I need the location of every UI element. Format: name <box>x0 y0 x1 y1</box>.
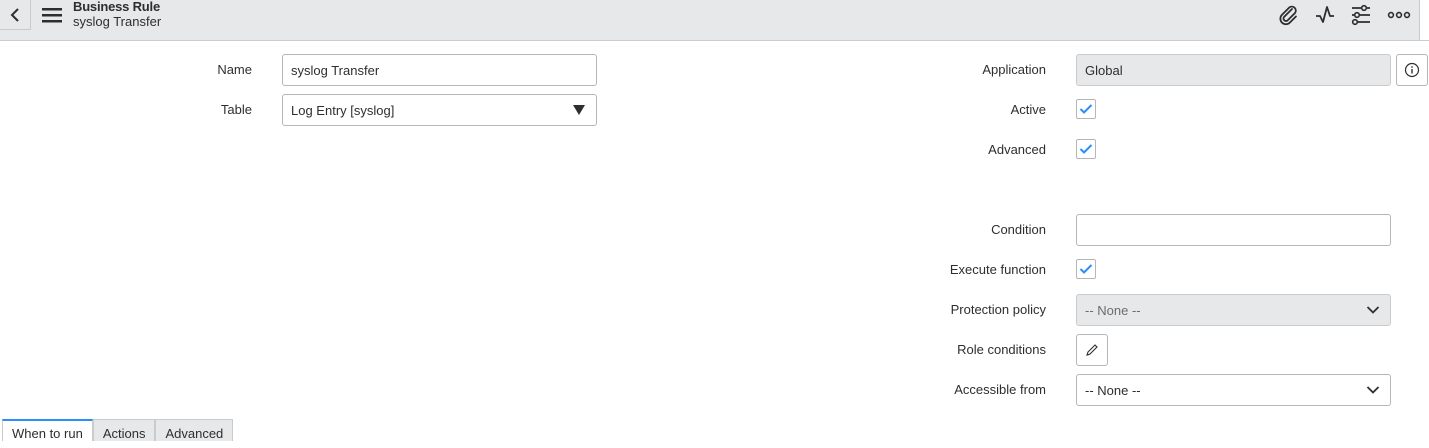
application-value: Global <box>1085 62 1123 78</box>
condition-field[interactable] <box>1076 214 1391 246</box>
checkmark-icon <box>1079 104 1093 114</box>
protection-policy-value: -- None -- <box>1085 302 1141 318</box>
chevron-left-icon <box>10 7 19 22</box>
name-field[interactable]: syslog Transfer <box>282 54 597 86</box>
table-value: Log Entry [syslog] <box>291 102 395 118</box>
form-header: Business Rule syslog Transfer <box>0 0 1429 41</box>
role-conditions-edit-button[interactable] <box>1076 334 1108 366</box>
sliders-icon <box>1351 4 1370 26</box>
protection-policy-label: Protection policy <box>950 302 1046 317</box>
activity-icon <box>1316 6 1334 23</box>
table-label: Table <box>220 102 252 117</box>
checkmark-icon <box>1079 264 1093 274</box>
checkmark-icon <box>1079 144 1093 154</box>
accessible-from-value: -- None -- <box>1085 382 1141 398</box>
context-menu-button[interactable] <box>40 5 64 25</box>
active-checkbox[interactable] <box>1076 99 1096 119</box>
pencil-icon <box>1086 344 1098 356</box>
header-title: Business Rule syslog Transfer <box>73 0 161 29</box>
execute-function-label: Execute function <box>949 262 1046 277</box>
tab-when-to-run[interactable]: When to run <box>2 419 93 441</box>
protection-policy-select: -- None -- <box>1076 294 1391 326</box>
application-label: Application <box>982 62 1046 77</box>
accessible-from-label: Accessible from <box>954 382 1046 397</box>
dropdown-triangle-icon <box>573 105 585 115</box>
chevron-down-icon <box>1366 306 1380 314</box>
role-conditions-label: Role conditions <box>957 342 1046 357</box>
more-icon <box>1387 11 1411 19</box>
section-tabs: When to run Actions Advanced <box>2 419 234 441</box>
hamburger-menu-icon <box>42 8 62 23</box>
active-label: Active <box>1010 102 1046 117</box>
accessible-from-select[interactable]: -- None -- <box>1076 374 1391 406</box>
chevron-down-icon <box>1366 386 1380 394</box>
record-type: Business Rule <box>73 0 160 14</box>
attachments-button[interactable] <box>1275 3 1301 27</box>
more-options-button[interactable] <box>1386 3 1412 27</box>
activity-button[interactable] <box>1312 3 1338 27</box>
tab-actions[interactable]: Actions <box>92 419 156 441</box>
table-select[interactable]: Log Entry [syslog] <box>282 94 597 126</box>
name-value: syslog Transfer <box>291 62 380 78</box>
advanced-label: Advanced <box>988 142 1046 157</box>
tab-advanced[interactable]: Advanced <box>155 419 234 441</box>
header-edge <box>1419 0 1429 40</box>
application-field: Global <box>1076 54 1391 86</box>
info-icon <box>1404 62 1420 78</box>
name-label: Name <box>217 62 252 77</box>
back-button[interactable] <box>0 0 31 30</box>
advanced-checkbox[interactable] <box>1076 139 1096 159</box>
record-name: syslog Transfer <box>73 14 162 29</box>
personalize-button[interactable] <box>1348 3 1374 27</box>
execute-function-checkbox[interactable] <box>1076 259 1096 279</box>
paperclip-icon <box>1279 5 1297 26</box>
condition-label: Condition <box>991 222 1046 237</box>
application-info-button[interactable] <box>1396 54 1428 86</box>
